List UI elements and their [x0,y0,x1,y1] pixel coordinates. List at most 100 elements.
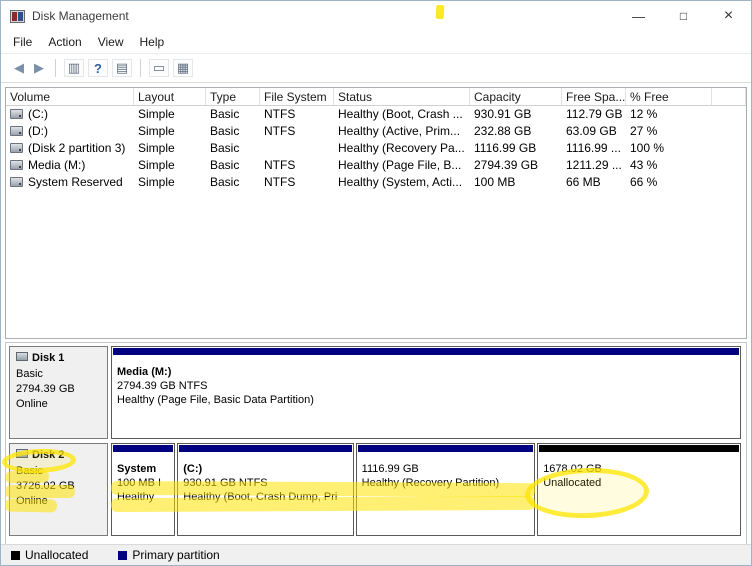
disk-management-window: Disk Management — □ × File Action View H… [0,0,752,566]
comment-icon[interactable]: ▭ [149,59,169,77]
cell-volume: (C:) [6,106,134,123]
cell-file-system: NTFS [264,175,296,189]
disk-management-app-icon [10,9,25,23]
cell-free-space: 112.79 GB [566,107,623,121]
cell-pct-free: 27 % [630,124,658,138]
help-icon[interactable]: ? [88,59,108,77]
cell-pct-free: 43 % [630,158,658,172]
cell-status: Healthy (Boot, Crash ... [338,107,463,121]
cell-volume: (Disk 2 partition 3) [6,140,134,157]
menu-view[interactable]: View [90,33,132,51]
cell-free-space: 63.09 GB [566,124,617,138]
cell-free-space: 1116.99 ... [566,141,621,155]
window-controls: — □ × [616,1,751,31]
cell-status: Healthy (System, Acti... [338,175,463,189]
primary-partition-legend-swatch [118,550,128,560]
title-bar: Disk Management — □ × [1,1,751,31]
disk-icon [16,449,28,458]
cell-capacity: 100 MB [474,175,516,189]
menu-help[interactable]: Help [132,33,173,51]
cell-capacity: 930.91 GB [474,107,532,121]
primary-partition-legend-label: Primary partition [132,548,220,562]
cell-capacity: 232.88 GB [474,124,532,138]
column-header-file-system[interactable]: File System [260,88,334,105]
primary-partition-strip [357,445,534,452]
disk2-label[interactable]: Disk 2 Basic 3726.02 GB Online [9,443,108,536]
column-header-volume[interactable]: Volume [6,88,134,105]
disk2-row: Disk 2 Basic 3726.02 GB Online System 10… [9,443,741,536]
cell-type: Basic [210,124,240,138]
partition-unallocated[interactable]: 1678.02 GB Unallocated [537,443,741,536]
primary-partition-strip [179,445,352,452]
cell-file-system: NTFS [264,107,296,121]
volume-icon [10,143,23,153]
column-header-capacity[interactable]: Capacity [470,88,562,105]
disk1-status: Online [16,398,48,410]
menu-file[interactable]: File [5,33,40,51]
window-title: Disk Management [32,9,129,23]
maximize-button[interactable]: □ [661,1,706,31]
column-header-free-space[interactable]: Free Spa... [562,88,626,105]
graphical-view: Disk 1 Basic 2794.39 GB Online Media (M:… [5,342,747,545]
cell-type: Basic [210,141,240,155]
volume-icon [10,177,23,187]
toolbar: ◀ ▶ ▥ ? ▤ ▭ ▦ [1,53,751,83]
disk1-row: Disk 1 Basic 2794.39 GB Online Media (M:… [9,346,741,439]
disk1-label[interactable]: Disk 1 Basic 2794.39 GB Online [9,346,108,439]
column-header-status[interactable]: Status [334,88,470,105]
column-header-layout[interactable]: Layout [134,88,206,105]
cell-pct-free: 66 % [630,175,658,189]
back-icon[interactable]: ◀ [9,60,29,76]
minimize-button[interactable]: — [616,1,661,31]
partition-media-m[interactable]: Media (M:) 2794.39 GB NTFS Healthy (Page… [111,346,741,439]
cell-layout: Simple [138,175,175,189]
primary-partition-strip [113,348,739,355]
unallocated-legend-label: Unallocated [25,548,89,562]
cell-status: Healthy (Page File, B... [338,158,462,172]
table-row[interactable]: (Disk 2 partition 3) Simple Basic Health… [6,140,746,157]
cell-layout: Simple [138,107,175,121]
cell-layout: Simple [138,158,175,172]
cell-file-system [260,140,334,157]
cell-pct-free: 12 % [630,107,658,121]
cell-type: Basic [210,107,240,121]
cell-layout: Simple [138,124,175,138]
table-row[interactable]: (C:) Simple Basic NTFS Healthy (Boot, Cr… [6,106,746,123]
primary-partition-strip [113,445,174,452]
disk2-status: Online [16,495,48,507]
partition-c[interactable]: (C:) 930.91 GB NTFS Healthy (Boot, Crash… [177,443,354,536]
disk2-type: Basic [16,465,43,477]
partition-system[interactable]: System 100 MB I Healthy [111,443,176,536]
cell-volume: Media (M:) [6,157,134,174]
cell-type: Basic [210,158,240,172]
unallocated-strip [539,445,739,452]
toolbar-separator [140,59,141,77]
disk1-size: 2794.39 GB [16,383,75,395]
column-header-pct-free[interactable]: % Free [626,88,712,105]
unallocated-legend-swatch [11,550,20,560]
cell-capacity: 2794.39 GB [474,158,539,172]
disk1-partitions: Media (M:) 2794.39 GB NTFS Healthy (Page… [111,346,741,439]
disk-icon [16,352,28,361]
table-row[interactable]: Media (M:) Simple Basic NTFS Healthy (Pa… [6,157,746,174]
volume-icon [10,160,23,170]
close-button[interactable]: × [706,1,751,31]
column-header-type[interactable]: Type [206,88,260,105]
cell-capacity: 1116.99 GB [474,141,537,155]
cell-type: Basic [210,175,240,189]
list-view-icon[interactable]: ▤ [112,59,132,77]
detail-view-icon[interactable]: ▦ [173,59,193,77]
console-tree-icon[interactable]: ▥ [64,59,84,77]
cell-layout: Simple [138,141,175,155]
cell-file-system: NTFS [264,124,296,138]
disk2-size: 3726.02 GB [16,480,75,492]
table-row[interactable]: (D:) Simple Basic NTFS Healthy (Active, … [6,123,746,140]
toolbar-separator [55,59,56,77]
menu-action[interactable]: Action [40,33,89,51]
forward-icon[interactable]: ▶ [29,60,49,76]
volume-list-header: Volume Layout Type File System Status Ca… [6,88,746,106]
table-row[interactable]: System Reserved Simple Basic NTFS Health… [6,174,746,191]
disk2-partitions: System 100 MB I Healthy (C:) 930.91 GB N… [111,443,741,536]
partition-recovery[interactable]: 1116.99 GB Healthy (Recovery Partition) [355,443,536,536]
disk1-type: Basic [16,368,43,380]
